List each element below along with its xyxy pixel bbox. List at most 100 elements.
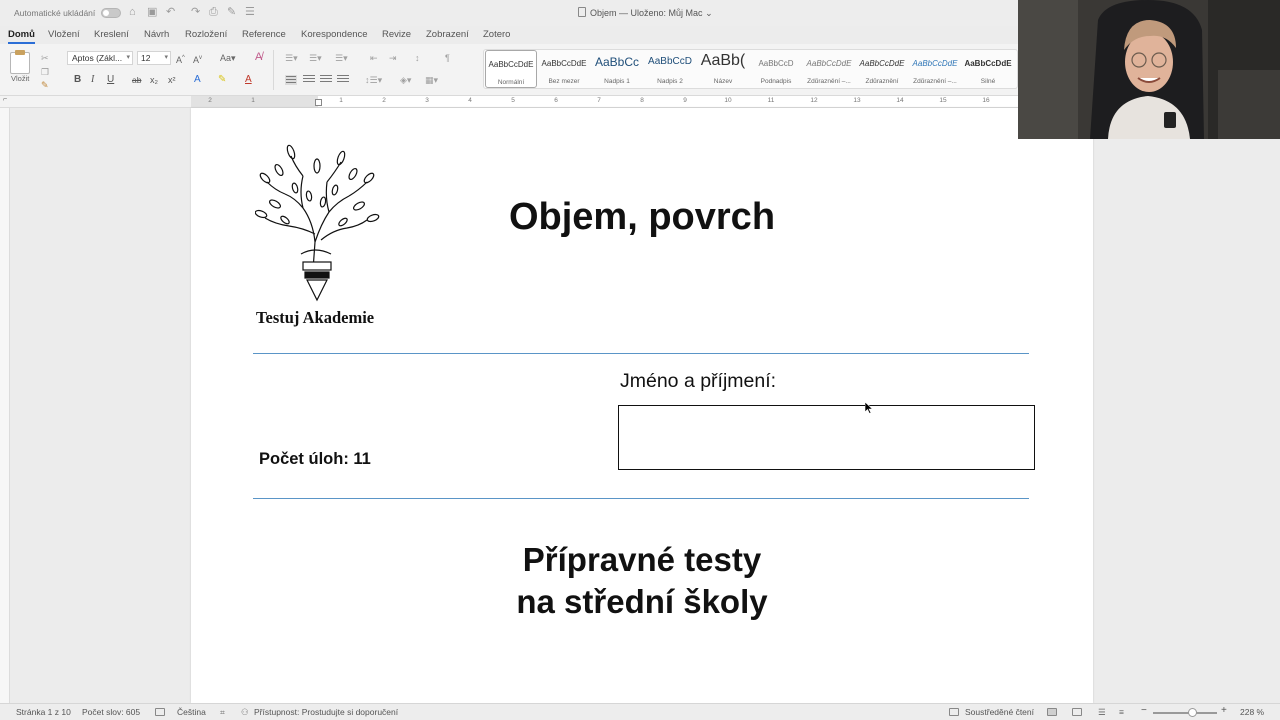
change-case-icon[interactable]: Aa▾ [220,53,236,63]
paste-label: Vložit [11,74,30,83]
indent-marker[interactable] [315,99,322,106]
align-right-icon[interactable] [320,75,332,85]
style-no-spacing[interactable]: AaBbCcDdE Bez mezer [538,50,590,88]
divider-line [253,498,1029,499]
word-count[interactable]: Počet slov: 605 [82,707,140,717]
autosave-toggle[interactable] [101,8,121,18]
line-spacing-icon[interactable]: ↕☰▾ [365,75,382,85]
tab-domu[interactable]: Domů [8,29,35,44]
clear-formatting-icon[interactable]: A̸ [255,52,262,63]
style-subtitle[interactable]: AaBbCcD Podnadpis [750,50,802,88]
paste-icon[interactable] [10,50,30,74]
tab-korespondence[interactable]: Korespondence [301,29,368,40]
format-painter-icon[interactable]: ✎ [41,80,49,90]
proofing-icon[interactable] [155,708,165,716]
document-page[interactable]: Testuj Akademie Objem, povrch Jméno a př… [191,108,1093,703]
font-name-select[interactable]: Aptos (Zákl... ▾ [67,51,133,65]
font-size-select[interactable]: 12 ▾ [137,51,171,65]
document-title[interactable]: Objem — Uloženo: Můj Mac ⌄ [578,7,713,19]
ruler-number: 5 [511,97,515,104]
outline-view-icon[interactable]: ☰ [1098,707,1106,718]
style-name: Název [713,78,733,85]
style-emphasis[interactable]: AaBbCcDdE Zdůraznění [856,50,908,88]
font-color-icon[interactable]: A [245,74,252,86]
bullets-icon[interactable]: ☰▾ [285,53,298,63]
home-icon[interactable]: ⌂ [129,6,136,18]
borders-icon[interactable]: ▦▾ [425,75,438,85]
style-title[interactable]: AaBb( Název [697,50,749,88]
print-layout-icon[interactable] [1047,708,1057,716]
copy-icon[interactable]: ❐ [41,67,49,77]
highlight-icon[interactable]: ✎ [218,74,226,86]
subtitle-line-1: Přípravné testy [522,541,762,578]
align-left-icon[interactable] [285,75,297,85]
tab-revize[interactable]: Revize [382,29,411,40]
shrink-font-icon[interactable]: Av [193,53,202,65]
undo-icon[interactable]: ↶ [166,6,175,18]
style-normal[interactable]: AaBbCcDdE Normální [485,50,537,88]
redo-icon[interactable]: ↷ [191,6,200,18]
vertical-ruler[interactable] [0,108,10,703]
zoom-in-button[interactable]: + [1221,705,1227,716]
multilevel-list-icon[interactable]: ☰▾ [335,53,348,63]
zoom-out-button[interactable]: − [1141,705,1147,716]
divider-line [253,353,1029,354]
underline-button[interactable]: U [107,74,114,86]
document-icon [578,7,586,17]
tab-vlozeni[interactable]: Vložení [48,29,80,40]
tab-kresleni[interactable]: Kreslení [94,29,129,40]
name-field[interactable] [618,405,1035,470]
focus-mode-button[interactable]: Soustředěné čtení [965,707,1034,717]
increase-indent-icon[interactable]: ⇥ [389,53,397,63]
accessibility-icon[interactable]: ⌗ [220,707,225,718]
print-icon[interactable]: ⎙ [209,6,218,18]
language-indicator[interactable]: Čeština [177,707,206,717]
document-title-text: Objem — Uloženo: Můj Mac [590,8,703,18]
tab-zobrazeni[interactable]: Zobrazení [426,29,469,40]
subscript-button[interactable]: x₂ [150,74,158,86]
tab-rozlozeni[interactable]: Rozložení [185,29,227,40]
style-heading-2[interactable]: AaBbCcD Nadpis 2 [644,50,696,88]
decrease-indent-icon[interactable]: ⇤ [370,53,378,63]
cut-icon[interactable]: ✂ [41,53,49,63]
accessibility-status[interactable]: Přístupnost: Prostudujte si doporučení [254,707,398,717]
draw-icon[interactable]: ✎ [227,6,236,18]
page-indicator[interactable]: Stránka 1 z 10 [16,707,71,717]
style-subtle-emphasis[interactable]: AaBbCcDdE Zdůraznění –... [803,50,855,88]
style-preview: AaBbCcDdE [488,60,534,69]
web-layout-icon[interactable] [1072,708,1082,716]
style-name: Nadpis 1 [604,78,630,85]
grow-font-icon[interactable]: A^ [176,53,185,65]
ruler-number: 15 [939,97,947,104]
tab-zotero[interactable]: Zotero [483,29,510,40]
text-effects-icon[interactable]: A [194,74,201,86]
align-center-icon[interactable] [303,75,315,85]
save-icon[interactable]: ▣ [147,6,157,18]
style-intense-emphasis[interactable]: AaBbCcDdE Zdůraznění –... [909,50,961,88]
zoom-level[interactable]: 228 % [1240,707,1264,717]
tab-navrh[interactable]: Návrh [144,29,169,40]
style-heading-1[interactable]: AaBbCc Nadpis 1 [591,50,643,88]
zoom-slider-thumb[interactable] [1188,708,1197,717]
style-name: Zdůraznění –... [913,78,957,85]
strikethrough-button[interactable]: ab [132,74,141,86]
shading-icon[interactable]: ◈▾ [400,75,411,85]
ruler-number: 8 [640,97,644,104]
draft-view-icon[interactable]: ≡ [1119,707,1124,717]
justify-icon[interactable] [337,75,349,85]
ruler-number: 16 [982,97,990,104]
tab-selector-icon[interactable]: ⌐ [3,96,7,103]
sort-icon[interactable]: ↕ [415,53,420,63]
zoom-slider[interactable] [1153,712,1217,714]
focus-icon[interactable] [949,708,959,716]
tab-reference[interactable]: Reference [242,29,286,40]
bold-button[interactable]: B [74,74,81,86]
italic-button[interactable]: I [91,74,94,86]
title-dropdown-icon: ⌄ [705,8,713,18]
superscript-button[interactable]: x² [168,74,176,86]
customize-icon[interactable]: ☰ [245,6,255,18]
pilcrow-icon[interactable]: ¶ [445,53,450,63]
horizontal-ruler[interactable]: 2 1 1 2 3 4 5 6 7 8 9 10 11 12 13 14 15 … [191,96,1018,107]
style-strong[interactable]: AaBbCcDdE Silné [962,50,1014,88]
numbering-icon[interactable]: ☰▾ [309,53,322,63]
